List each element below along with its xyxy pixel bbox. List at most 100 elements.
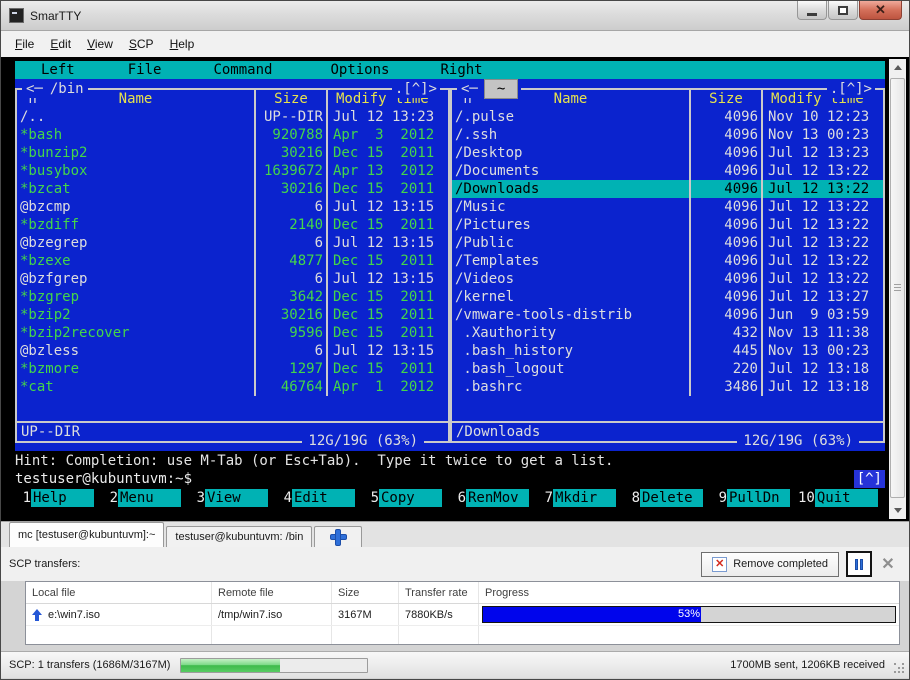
file-row[interactable]: *bzcat30216Dec 15 2011	[17, 180, 448, 198]
pause-transfers-button[interactable]	[846, 551, 872, 577]
mc-menu-options[interactable]: Options	[330, 61, 389, 79]
left-panel-title[interactable]: <─/bin	[22, 80, 88, 98]
file-row[interactable]: *bzmore1297Dec 15 2011	[17, 360, 448, 378]
file-row[interactable]: @bzless6Jul 12 13:15	[17, 342, 448, 360]
right-file-list: /.pulse4096Nov 10 12:23/.ssh4096Nov 13 0…	[452, 108, 883, 396]
scrollbar-thumb[interactable]	[890, 78, 905, 498]
right-panel-corner[interactable]: .[^]>	[827, 80, 875, 98]
file-row[interactable]: /kernel4096Jul 12 13:27	[452, 288, 883, 306]
file-row[interactable]: .bash_history445Nov 13 00:23	[452, 342, 883, 360]
file-row[interactable]: *bzexe4877Dec 15 2011	[17, 252, 448, 270]
menu-edit[interactable]: Edit	[42, 33, 79, 55]
mc-panels: <─/bin .[^]> 'nName Size Modify time /..…	[15, 79, 885, 451]
close-transfers-button[interactable]: ✕	[876, 552, 900, 576]
file-name: .Xauthority	[452, 324, 689, 342]
file-name: @bzcmp	[17, 198, 254, 216]
file-row[interactable]: /Downloads4096Jul 12 13:22	[452, 180, 883, 198]
file-row[interactable]: .Xauthority432Nov 13 11:38	[452, 324, 883, 342]
file-row[interactable]: /Music4096Jul 12 13:22	[452, 198, 883, 216]
file-row[interactable]: *bzgrep3642Dec 15 2011	[17, 288, 448, 306]
terminal-scrollbar[interactable]	[889, 59, 906, 519]
file-row[interactable]: *cat46764Apr 1 2012	[17, 378, 448, 396]
scroll-up-button[interactable]	[889, 59, 906, 76]
scp-col-header[interactable]: Remote file	[212, 582, 332, 603]
col-header-name[interactable]: Name	[554, 91, 588, 107]
right-panel-title[interactable]: <─~	[457, 80, 521, 98]
menu-view[interactable]: View	[79, 33, 121, 55]
minimize-button[interactable]	[797, 1, 827, 20]
fkey-quit[interactable]: 10Quit	[798, 489, 878, 507]
file-row[interactable]: *bash920788Apr 3 2012	[17, 126, 448, 144]
menu-scp[interactable]: SCP	[121, 33, 162, 55]
file-row[interactable]: @bzegrep6Jul 12 13:15	[17, 234, 448, 252]
file-name: *bzdiff	[17, 216, 254, 234]
file-name: @bzless	[17, 342, 254, 360]
scp-col-header[interactable]: Size	[332, 582, 399, 603]
file-row[interactable]: *bzdiff2140Dec 15 2011	[17, 216, 448, 234]
file-row[interactable]: /.ssh4096Nov 13 00:23	[452, 126, 883, 144]
terminal[interactable]: Left File Command Options Right <─/bin .[^]>…	[1, 57, 909, 521]
fkey-mkdir[interactable]: 7Mkdir	[537, 489, 616, 507]
tab-1[interactable]: testuser@kubuntuvm: /bin	[166, 526, 312, 547]
fkey-renmov[interactable]: 6RenMov	[450, 489, 529, 507]
scp-col-header[interactable]: Local file	[26, 582, 212, 603]
mc-menu-command[interactable]: Command	[213, 61, 272, 79]
col-header-size[interactable]: Size	[689, 90, 761, 108]
menu-file[interactable]: File	[7, 33, 42, 55]
file-row[interactable]: /Pictures4096Jul 12 13:22	[452, 216, 883, 234]
file-row[interactable]: @bzcmp6Jul 12 13:15	[17, 198, 448, 216]
mc-menu-right[interactable]: Right	[440, 61, 482, 79]
tab-0[interactable]: mc [testuser@kubuntuvm]:~	[9, 522, 164, 547]
new-tab-button[interactable]	[314, 526, 362, 547]
scroll-down-button[interactable]	[889, 502, 906, 519]
left-panel-corner[interactable]: .[^]>	[392, 80, 440, 98]
scp-col-header[interactable]: Transfer rate	[399, 582, 479, 603]
fkey-number: 4	[276, 489, 292, 507]
progress-label: 53%	[483, 607, 895, 622]
fkey-number: 1	[15, 489, 31, 507]
scp-col-header[interactable]: Progress	[479, 582, 899, 603]
file-row[interactable]: /Templates4096Jul 12 13:22	[452, 252, 883, 270]
menu-help[interactable]: Help	[162, 33, 203, 55]
file-row[interactable]: *bunzip230216Dec 15 2011	[17, 144, 448, 162]
file-row[interactable]: /Videos4096Jul 12 13:22	[452, 270, 883, 288]
file-size: 4096	[689, 234, 761, 252]
file-row[interactable]: /Desktop4096Jul 12 13:23	[452, 144, 883, 162]
remove-completed-button[interactable]: ✕ Remove completed	[701, 552, 839, 577]
transfer-row[interactable]: e:\win7.iso/tmp/win7.iso3167M7880KB/s53%	[26, 604, 899, 626]
mc-menu-left[interactable]: Left	[41, 61, 75, 79]
close-button[interactable]: ✕	[859, 1, 902, 20]
file-name: *busybox	[17, 162, 254, 180]
file-mtime: Jul 12 13:15	[326, 342, 448, 360]
file-row[interactable]: /.pulse4096Nov 10 12:23	[452, 108, 883, 126]
file-name: *bzexe	[17, 252, 254, 270]
fkey-pulldn[interactable]: 9PullDn	[711, 489, 790, 507]
shell-prompt-line[interactable]: testuser@kubuntuvm:~$ [^]	[15, 470, 885, 488]
mc-menu-file[interactable]: File	[128, 61, 162, 79]
maximize-button[interactable]	[828, 1, 858, 20]
right-free-space: 12G/19G (63%)	[737, 432, 859, 450]
fkey-view[interactable]: 3View	[189, 489, 268, 507]
col-header-size[interactable]: Size	[254, 90, 326, 108]
fkey-copy[interactable]: 5Copy	[363, 489, 442, 507]
file-row[interactable]: /Documents4096Jul 12 13:22	[452, 162, 883, 180]
file-mtime: Jul 12 13:22	[761, 162, 883, 180]
file-row[interactable]: /vmware-tools-distrib4096Jun 9 03:59	[452, 306, 883, 324]
file-row[interactable]: /..UP--DIRJul 12 13:23	[17, 108, 448, 126]
file-row[interactable]: .bash_logout220Jul 12 13:18	[452, 360, 883, 378]
file-row[interactable]: /Public4096Jul 12 13:22	[452, 234, 883, 252]
path-hint-chip[interactable]: ~	[485, 80, 517, 98]
fkey-menu[interactable]: 2Menu	[102, 489, 181, 507]
history-badge[interactable]: [^]	[854, 470, 885, 488]
col-header-name[interactable]: Name	[119, 91, 153, 107]
fkey-edit[interactable]: 4Edit	[276, 489, 355, 507]
resize-grip-icon[interactable]	[894, 663, 906, 675]
fkey-help[interactable]: 1Help	[15, 489, 94, 507]
file-row[interactable]: .bashrc3486Jul 12 13:18	[452, 378, 883, 396]
file-row[interactable]: *bzip2recover9596Dec 15 2011	[17, 324, 448, 342]
file-row[interactable]: *busybox1639672Apr 13 2012	[17, 162, 448, 180]
fkey-delete[interactable]: 8Delete	[624, 489, 703, 507]
window-controls: ✕	[796, 1, 902, 20]
file-row[interactable]: *bzip230216Dec 15 2011	[17, 306, 448, 324]
file-row[interactable]: @bzfgrep6Jul 12 13:15	[17, 270, 448, 288]
